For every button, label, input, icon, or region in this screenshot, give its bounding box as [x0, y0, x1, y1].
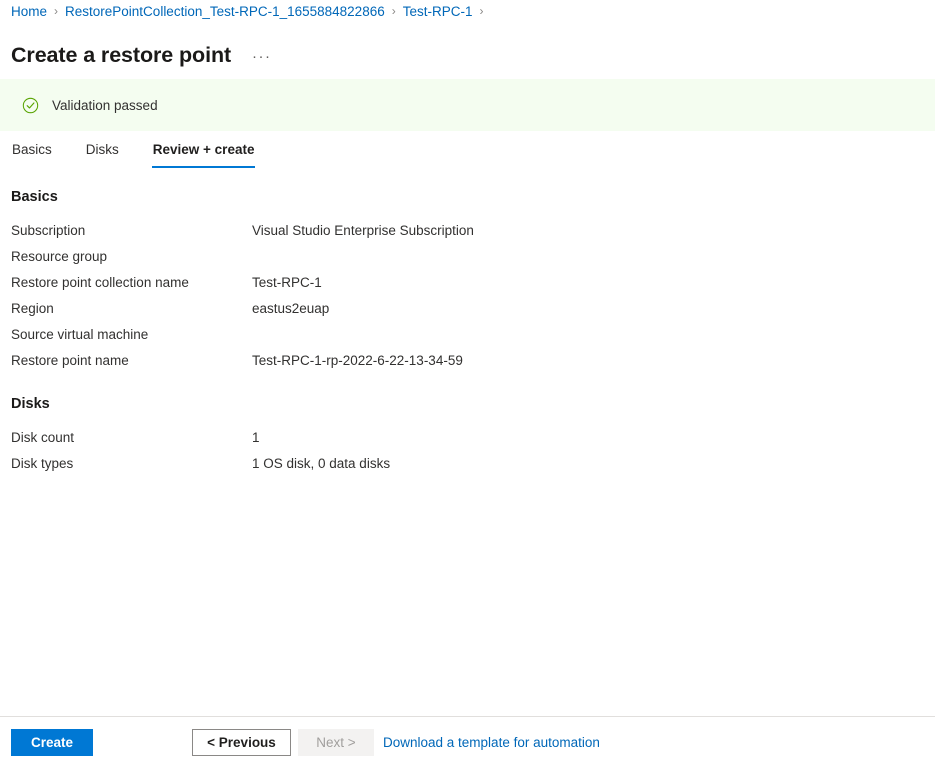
- download-template-link[interactable]: Download a template for automation: [383, 735, 600, 750]
- summary-row-subscription: Subscription Visual Studio Enterprise Su…: [11, 223, 474, 249]
- row-label: Source virtual machine: [11, 327, 149, 342]
- breadcrumb-separator-icon: ›: [391, 4, 396, 18]
- summary-row-source-virtual-machine: Source virtual machine: [11, 327, 474, 353]
- create-button[interactable]: Create: [11, 729, 93, 756]
- row-label: Subscription: [11, 223, 86, 238]
- next-button: Next >: [298, 729, 374, 756]
- breadcrumb-separator-icon: ›: [479, 4, 484, 18]
- summary-row-disk-types: Disk types 1 OS disk, 0 data disks: [11, 456, 390, 482]
- row-value: Visual Studio Enterprise Subscription: [252, 223, 474, 238]
- summary-row-resource-group: Resource group: [11, 249, 474, 275]
- row-label: Restore point name: [11, 353, 129, 368]
- row-label: Resource group: [11, 249, 108, 264]
- row-value: Test-RPC-1: [252, 275, 322, 290]
- page-title: Create a restore point: [11, 43, 232, 68]
- row-label: Disk count: [11, 430, 75, 445]
- summary-row-disk-count: Disk count 1: [11, 430, 390, 456]
- section-basics: Basics Subscription Visual Studio Enterp…: [11, 189, 474, 379]
- section-disks: Disks Disk count 1 Disk types 1 OS disk,…: [11, 396, 390, 482]
- tab-basics[interactable]: Basics: [11, 140, 53, 168]
- footer-action-bar: Create < Previous Next > Download a temp…: [0, 717, 935, 768]
- row-label: Region: [11, 301, 54, 316]
- breadcrumb: Home › RestorePointCollection_Test-RPC-1…: [11, 0, 490, 22]
- breadcrumb-item-test-rpc-1[interactable]: Test-RPC-1: [403, 4, 473, 19]
- row-label: Disk types: [11, 456, 74, 471]
- validation-banner: Validation passed: [0, 79, 935, 131]
- section-heading-disks: Disks: [11, 396, 50, 412]
- row-value: eastus2euap: [252, 301, 330, 316]
- summary-row-restore-point-name: Restore point name Test-RPC-1-rp-2022-6-…: [11, 353, 474, 379]
- previous-button[interactable]: < Previous: [192, 729, 291, 756]
- summary-row-region: Region eastus2euap: [11, 301, 474, 327]
- row-value: 1 OS disk, 0 data disks: [252, 456, 391, 471]
- wizard-tabs: Basics Disks Review + create: [11, 140, 287, 168]
- more-options-icon[interactable]: ···: [249, 45, 275, 69]
- summary-row-restore-point-collection-name: Restore point collection name Test-RPC-1: [11, 275, 474, 301]
- row-label: Restore point collection name: [11, 275, 189, 290]
- check-circle-icon: [22, 97, 39, 113]
- breadcrumb-item-restore-point-collection[interactable]: RestorePointCollection_Test-RPC-1_165588…: [65, 4, 385, 19]
- breadcrumb-item-home[interactable]: Home: [11, 4, 47, 19]
- section-heading-basics: Basics: [11, 189, 58, 205]
- breadcrumb-separator-icon: ›: [54, 4, 59, 18]
- tab-review-create[interactable]: Review + create: [151, 140, 256, 168]
- page-header: Create a restore point ···: [11, 27, 275, 84]
- row-value: 1: [252, 430, 260, 445]
- validation-message: Validation passed: [52, 97, 158, 113]
- tab-disks[interactable]: Disks: [85, 140, 120, 168]
- row-value: Test-RPC-1-rp-2022-6-22-13-34-59: [252, 353, 463, 368]
